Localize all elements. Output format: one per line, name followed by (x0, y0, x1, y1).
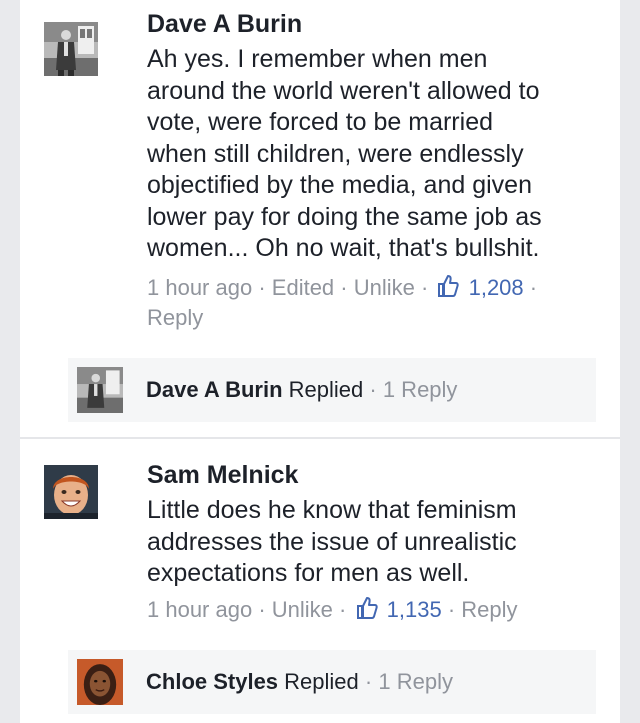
reply-count[interactable]: 1 Reply (383, 377, 458, 402)
avatar-dave-burin-small (77, 367, 123, 413)
comment-line: when still children, were endlessly (147, 139, 524, 168)
comment-actions: 1 hour ago · Edited · Unlike · 1,208 · R… (147, 273, 607, 333)
replies-preview[interactable]: Dave A Burin Replied · 1 Reply (68, 358, 596, 422)
timestamp[interactable]: 1 hour ago (147, 597, 252, 622)
reply-button[interactable]: Reply (461, 597, 517, 622)
separator: · (369, 377, 377, 402)
separator: · (258, 275, 266, 300)
timestamp[interactable]: 1 hour ago (147, 275, 252, 300)
thumbs-up-icon[interactable] (355, 596, 379, 620)
separator: · (421, 275, 429, 300)
comment-author[interactable]: Dave A Burin (147, 9, 302, 39)
comment-line: vote, were forced to be married (147, 108, 493, 136)
comment-text: Ah yes. I remember when men around the w… (147, 44, 607, 265)
comment-line: around the world weren't allowed to (147, 76, 540, 105)
comment-line: objectified by the media, and given (147, 171, 532, 199)
avatar-dave-burin[interactable] (44, 22, 98, 76)
separator: · (447, 597, 456, 622)
separator: · (340, 275, 348, 300)
comment-divider (20, 437, 620, 439)
replies-summary: Chloe Styles Replied · 1 Reply (146, 667, 453, 697)
replier-name[interactable]: Dave A Burin (146, 377, 283, 402)
reply-count[interactable]: 1 Reply (378, 669, 453, 694)
replied-label: Replied (288, 377, 364, 402)
comment-line: Little does he know that feminism (147, 496, 517, 524)
comment-actions: 1 hour ago · Unlike · 1,135 · Reply (147, 595, 607, 625)
replier-name[interactable]: Chloe Styles (146, 669, 278, 694)
comment-line: addresses the issue of unrealistic (147, 527, 517, 556)
avatar-chloe-styles-small (77, 659, 123, 705)
replies-preview[interactable]: Chloe Styles Replied · 1 Reply (68, 650, 596, 714)
comment-line: lower pay for doing the same job as (147, 202, 542, 231)
separator: · (529, 275, 538, 300)
unlike-button[interactable]: Unlike (272, 597, 333, 622)
comment-author[interactable]: Sam Melnick (147, 460, 298, 490)
avatar-sam-melnick[interactable] (44, 465, 98, 519)
edited-link[interactable]: Edited (272, 275, 334, 300)
separator: · (364, 669, 373, 694)
unlike-button[interactable]: Unlike (354, 275, 415, 300)
comment-line: Ah yes. I remember when men (147, 45, 488, 73)
reply-button[interactable]: Reply (147, 305, 203, 330)
like-count[interactable]: 1,208 (469, 275, 524, 300)
like-count[interactable]: 1,135 (387, 597, 442, 622)
replies-summary: Dave A Burin Replied · 1 Reply (146, 375, 457, 405)
comment-line: expectations for men as well. (147, 559, 470, 587)
comment-feed: Dave A Burin Ah yes. I remember when men… (20, 0, 620, 723)
separator: · (258, 597, 266, 622)
separator: · (339, 597, 347, 622)
thumbs-up-icon[interactable] (436, 274, 460, 298)
replied-label: Replied (284, 669, 359, 694)
comment-text: Little does he know that feminism addres… (147, 495, 607, 590)
comment-line: women... Oh no wait, that's bullshit. (147, 234, 540, 262)
